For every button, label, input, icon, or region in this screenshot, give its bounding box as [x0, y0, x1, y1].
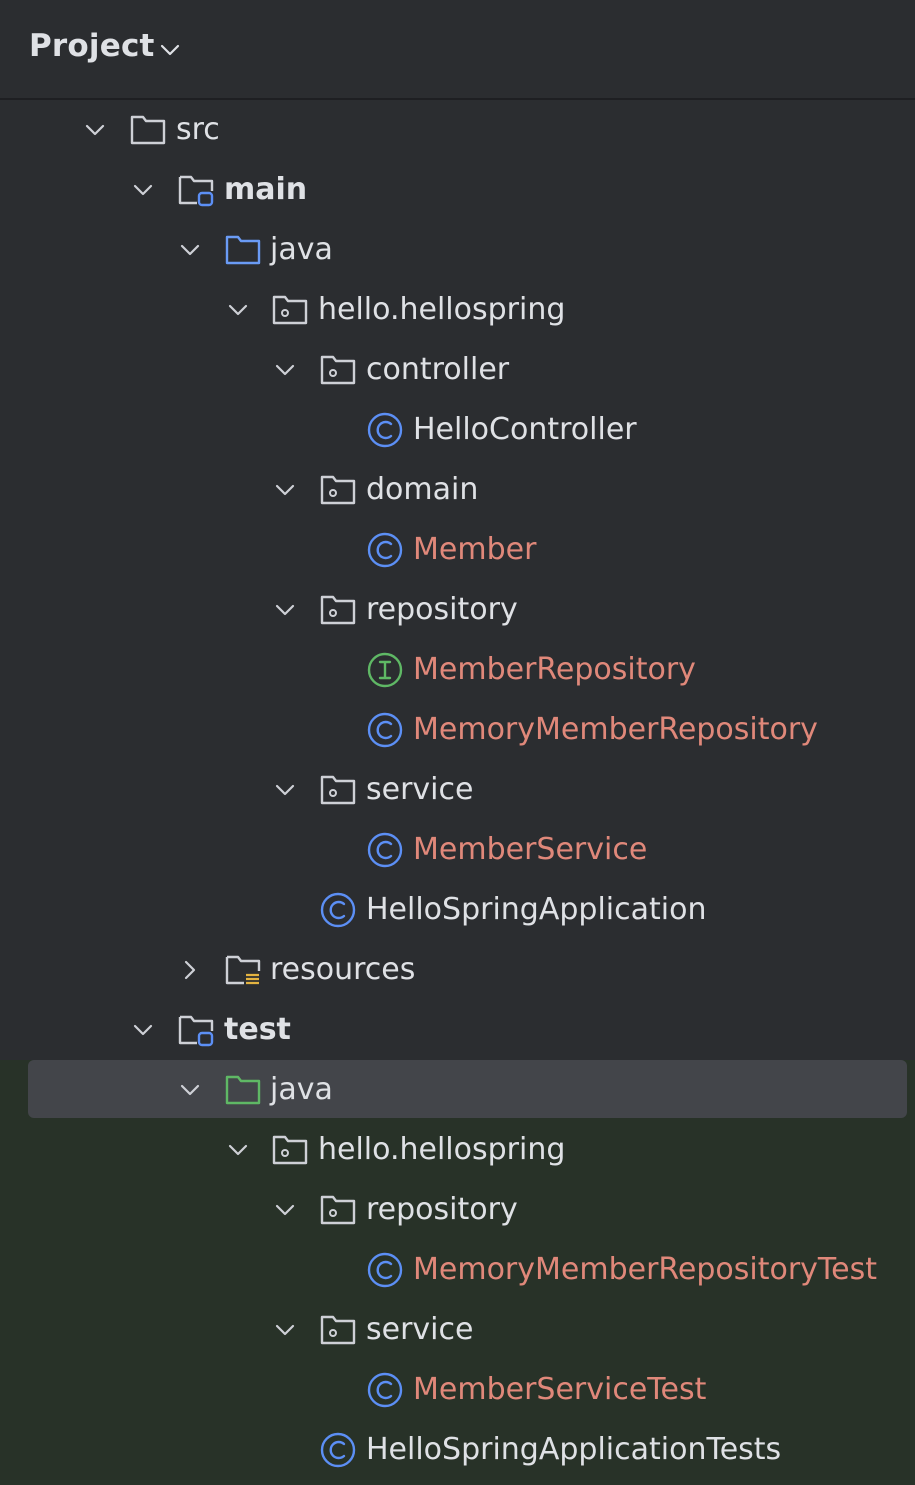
- tree-item-label: src: [176, 112, 220, 147]
- chevron-down-icon[interactable]: [178, 238, 202, 262]
- chevron-down-icon[interactable]: [226, 1138, 250, 1162]
- class-icon: [367, 1372, 403, 1408]
- tree-item-label: test: [224, 1012, 291, 1047]
- chevron-down-icon[interactable]: [273, 358, 297, 382]
- tree-item-test[interactable]: test: [0, 1000, 915, 1060]
- class-icon: [367, 532, 403, 568]
- project-header: Project: [0, 0, 915, 100]
- chevron-down-icon[interactable]: [273, 1318, 297, 1342]
- tree-item-label: Member: [413, 532, 537, 567]
- tree-item-label: controller: [366, 352, 510, 387]
- java-sources-folder-icon: [225, 235, 261, 265]
- source-root-folder-icon: [178, 1015, 214, 1047]
- class-icon: [320, 892, 356, 928]
- tree-item-class-memorymemberrepository[interactable]: MemoryMemberRepository: [0, 700, 915, 760]
- tree-item-label: repository: [366, 1192, 518, 1227]
- tree-item-package-repository-test[interactable]: repository: [0, 1180, 915, 1240]
- tree-item-class-memberservice[interactable]: MemberService: [0, 820, 915, 880]
- chevron-down-icon[interactable]: [273, 778, 297, 802]
- chevron-down-icon[interactable]: [158, 40, 182, 60]
- class-icon: [367, 1252, 403, 1288]
- tree-item-label: java: [270, 1072, 333, 1107]
- package-icon: [272, 1135, 308, 1165]
- project-tool-window: Project src main java hello.hellospring: [0, 0, 915, 1485]
- package-icon: [320, 355, 356, 385]
- tree-item-class-hellospringapplicationtests[interactable]: HelloSpringApplicationTests: [0, 1420, 915, 1480]
- package-icon: [272, 295, 308, 325]
- tree-item-main[interactable]: main: [0, 160, 915, 220]
- chevron-down-icon[interactable]: [273, 478, 297, 502]
- tree-item-java-main[interactable]: java: [0, 220, 915, 280]
- class-icon: [367, 832, 403, 868]
- project-view-title[interactable]: Project: [29, 28, 155, 64]
- tree-item-label: domain: [366, 472, 479, 507]
- folder-icon: [130, 115, 166, 145]
- chevron-down-icon[interactable]: [273, 598, 297, 622]
- package-icon: [320, 475, 356, 505]
- class-icon: [367, 712, 403, 748]
- package-icon: [320, 775, 356, 805]
- tree-item-class-member[interactable]: Member: [0, 520, 915, 580]
- class-icon: [320, 1432, 356, 1468]
- tree-item-label: MemberService: [413, 832, 648, 867]
- tree-item-label: MemoryMemberRepository: [413, 712, 818, 747]
- tree-item-package-hellospring-test[interactable]: hello.hellospring: [0, 1120, 915, 1180]
- chevron-right-icon[interactable]: [178, 958, 202, 982]
- tree-item-package-service-test[interactable]: service: [0, 1300, 915, 1360]
- chevron-down-icon[interactable]: [131, 1018, 155, 1042]
- chevron-down-icon[interactable]: [83, 118, 107, 142]
- tree-item-class-memberservicetest[interactable]: MemberServiceTest: [0, 1360, 915, 1420]
- tree-item-interface-memberrepository[interactable]: MemberRepository: [0, 640, 915, 700]
- package-icon: [320, 1195, 356, 1225]
- tree-item-label: HelloSpringApplication: [366, 892, 707, 927]
- chevron-down-icon[interactable]: [131, 178, 155, 202]
- tree-item-label: HelloSpringApplicationTests: [366, 1432, 782, 1467]
- tree-item-class-memorymemberrepositorytest[interactable]: MemoryMemberRepositoryTest: [0, 1240, 915, 1300]
- chevron-down-icon[interactable]: [273, 1198, 297, 1222]
- selection-highlight: [28, 1060, 907, 1118]
- tree-item-label: MemberServiceTest: [413, 1372, 707, 1407]
- tree-item-label: hello.hellospring: [318, 292, 566, 327]
- interface-icon: [367, 652, 403, 688]
- tree-item-class-hellocontroller[interactable]: HelloController: [0, 400, 915, 460]
- tree-item-src[interactable]: src: [0, 100, 915, 160]
- tree-item-label: service: [366, 1312, 474, 1347]
- tree-item-package-hellospring[interactable]: hello.hellospring: [0, 280, 915, 340]
- tree-item-label: main: [224, 172, 308, 207]
- chevron-down-icon[interactable]: [178, 1078, 202, 1102]
- package-icon: [320, 595, 356, 625]
- tree-item-label: MemberRepository: [413, 652, 696, 687]
- tree-item-java-test[interactable]: java: [0, 1060, 915, 1120]
- package-icon: [320, 1315, 356, 1345]
- tree-item-label: hello.hellospring: [318, 1132, 566, 1167]
- tree-item-package-repository[interactable]: repository: [0, 580, 915, 640]
- tree-item-package-controller[interactable]: controller: [0, 340, 915, 400]
- class-icon: [367, 412, 403, 448]
- tree-item-label: java: [270, 232, 333, 267]
- tree-item-class-hellospringapplication[interactable]: HelloSpringApplication: [0, 880, 915, 940]
- chevron-down-icon[interactable]: [226, 298, 250, 322]
- tree-item-resources[interactable]: resources: [0, 940, 915, 1000]
- tree-item-package-domain[interactable]: domain: [0, 460, 915, 520]
- tree-item-label: MemoryMemberRepositoryTest: [413, 1252, 878, 1287]
- tree-item-label: HelloController: [413, 412, 637, 447]
- test-sources-folder-icon: [225, 1075, 261, 1105]
- tree-item-label: resources: [270, 952, 416, 987]
- tree-item-label: repository: [366, 592, 518, 627]
- source-root-folder-icon: [178, 175, 214, 207]
- tree-item-label: service: [366, 772, 474, 807]
- tree-item-package-service[interactable]: service: [0, 760, 915, 820]
- resources-folder-icon: [225, 955, 261, 985]
